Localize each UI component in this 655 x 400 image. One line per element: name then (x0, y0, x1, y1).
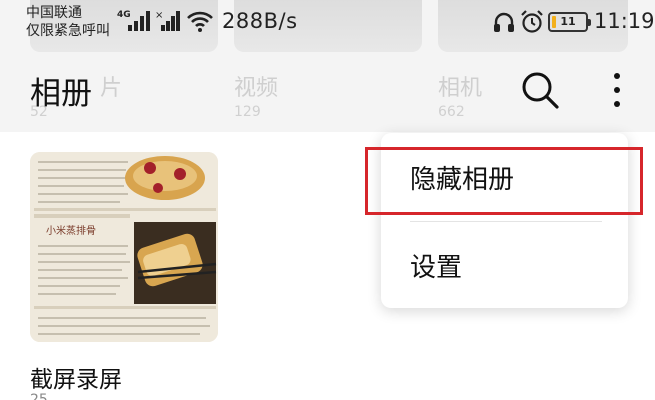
album-thumbnail[interactable]: 小米蒸排骨 (30, 152, 218, 342)
ghost-album-label-2: 视频 (234, 76, 279, 101)
more-options-button[interactable] (602, 68, 632, 112)
battery-level: 11 (560, 15, 576, 28)
alarm-clock-icon (521, 10, 543, 33)
carrier-info: 中国联通 仅限紧急呼叫 (26, 4, 110, 40)
recipe-screenshot-image: 小米蒸排骨 (30, 152, 218, 342)
page-title: 相册 (30, 76, 92, 112)
status-clock: 11:19 (594, 9, 655, 33)
search-button[interactable] (518, 68, 562, 112)
ghost-album-label-1: 片 (100, 76, 123, 101)
ghost-album-count-2: 129 (234, 104, 261, 120)
battery-indicator: 11 (548, 12, 591, 32)
signal-strength-icon (128, 11, 150, 31)
wifi-icon (187, 11, 213, 32)
search-icon (522, 72, 559, 109)
carrier-name: 中国联通 (26, 5, 82, 21)
album-count: 25 (30, 392, 48, 400)
album-name[interactable]: 截屏录屏 (30, 360, 122, 394)
thumbnail-recipe-title: 小米蒸排骨 (46, 224, 96, 237)
highlight-annotation-box (365, 147, 643, 215)
carrier-emergency-only: 仅限紧急呼叫 (26, 23, 110, 39)
headset-icon (494, 12, 514, 32)
no-sim-signal-icon: × (155, 10, 180, 31)
ghost-album-label-3: 相机 (438, 76, 483, 101)
status-bar: 中国联通 仅限紧急呼叫 4G × 288B/s 11 11:19 (0, 0, 655, 44)
menu-divider (410, 221, 602, 222)
menu-item-settings[interactable]: 设置 (381, 223, 628, 307)
network-speed: 288B/s (222, 9, 298, 33)
menu-item-settings-label: 设置 (410, 253, 463, 283)
svg-text:×: × (155, 10, 163, 21)
ghost-album-count-3: 662 (438, 104, 465, 120)
